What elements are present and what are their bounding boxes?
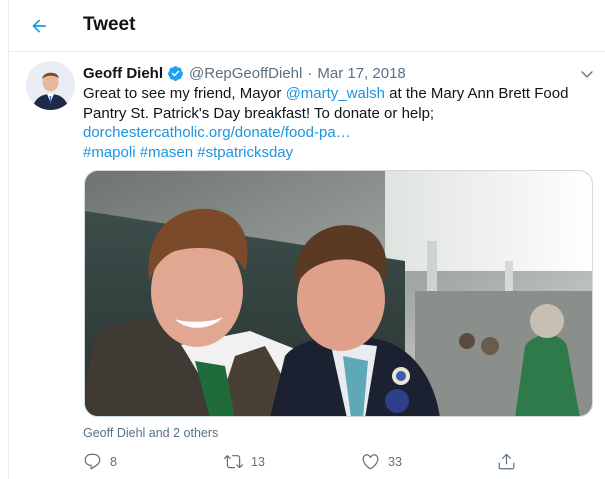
tweet-text-line-1: Great to see my friend, Mayor @marty_wal…	[83, 84, 583, 104]
selfie-photo-illustration	[85, 171, 592, 416]
tweet-text: Great to see my friend, Mayor @marty_wal…	[83, 84, 583, 162]
tweet-date[interactable]: Mar 17, 2018	[317, 65, 405, 82]
hashtag-link[interactable]: #mapoli	[83, 144, 136, 161]
hashtag-link[interactable]: #masen	[140, 144, 193, 161]
retweet-button[interactable]: 13	[224, 452, 265, 471]
reply-count: 8	[110, 454, 117, 469]
hashtag-link[interactable]: #stpatricksday	[197, 144, 293, 161]
heart-icon	[362, 454, 379, 470]
page-title: Tweet	[83, 14, 136, 35]
chevron-down-icon	[581, 71, 593, 78]
reply-button[interactable]: 8	[83, 452, 117, 471]
hashtags: #mapoli #masen #stpatricksday	[83, 143, 583, 163]
tweet-meta: Geoff Diehl @RepGeoffDiehl · Mar 17, 201…	[83, 62, 406, 84]
verified-badge-icon	[168, 65, 183, 81]
liked-by-text[interactable]: Geoff Diehl and 2 others	[83, 426, 218, 440]
like-count: 33	[388, 454, 402, 469]
back-button[interactable]	[23, 10, 55, 42]
share-button[interactable]	[497, 452, 516, 471]
tweet-page: Tweet Geoff Diehl @RepGeoffDiehl · Mar 1…	[8, 0, 605, 479]
author-name[interactable]: Geoff Diehl	[83, 65, 163, 82]
meta-separator: ·	[307, 64, 313, 82]
tweet-text-part: at the Mary Ann Brett Food	[385, 85, 569, 102]
more-options-button[interactable]	[577, 64, 597, 84]
mention-link[interactable]: @marty_walsh	[286, 85, 385, 102]
page-header: Tweet	[9, 0, 605, 52]
share-icon	[498, 453, 515, 470]
like-button[interactable]: 33	[361, 452, 402, 471]
avatar-image	[26, 61, 75, 110]
author-handle[interactable]: @RepGeoffDiehl	[189, 65, 302, 82]
donate-url-link[interactable]: dorchestercatholic.org/donate/food-pa…	[83, 124, 351, 141]
tweet-actions: 8 13 33	[83, 452, 603, 474]
arrow-left-icon	[32, 19, 46, 33]
reply-icon	[84, 453, 101, 470]
tweet-text-part: Great to see my friend, Mayor	[83, 85, 286, 102]
retweet-icon	[224, 455, 243, 469]
retweet-count: 13	[251, 454, 265, 469]
avatar[interactable]	[26, 61, 75, 110]
tweet-photo[interactable]	[84, 170, 593, 417]
tweet-text-line-3: dorchestercatholic.org/donate/food-pa…	[83, 123, 583, 143]
tweet-text-line-2: Pantry St. Patrick's Day breakfast! To d…	[83, 104, 435, 122]
